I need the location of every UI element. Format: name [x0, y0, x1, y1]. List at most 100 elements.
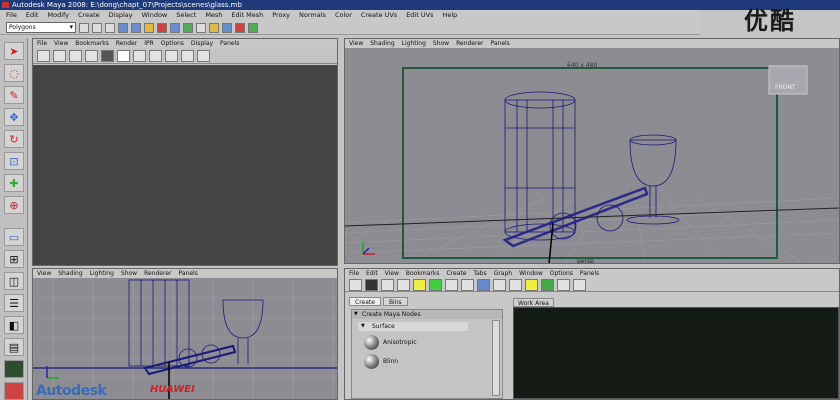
layout-side-icon[interactable]: ◫	[4, 272, 24, 290]
show-both-tabs-icon[interactable]	[397, 278, 410, 291]
frame-all-icon[interactable]	[525, 278, 538, 291]
graph-output-icon[interactable]	[461, 278, 474, 291]
hs-menu-panels[interactable]: Panels	[580, 269, 599, 278]
tab-bins[interactable]: Bins	[382, 297, 408, 306]
render-settings-icon[interactable]	[235, 22, 245, 33]
node-anisotropic[interactable]: Anisotropic	[352, 333, 502, 352]
swatch-light-icon[interactable]	[117, 49, 130, 62]
menu-modify[interactable]: Modify	[47, 10, 69, 21]
hypershade-graph-area[interactable]	[33, 65, 337, 265]
new-scene-icon[interactable]	[79, 22, 89, 33]
remove-image-icon[interactable]	[149, 49, 162, 62]
side-menu-view[interactable]: View	[37, 269, 51, 278]
menu-select[interactable]: Select	[176, 10, 196, 21]
snap-point-icon[interactable]	[183, 22, 193, 33]
layout-four-icon[interactable]: ⊞	[4, 250, 24, 268]
rotate-tool-icon[interactable]: ↻	[4, 130, 24, 148]
work-area[interactable]	[513, 307, 839, 399]
move-tool-icon[interactable]: ✥	[4, 108, 24, 126]
hs-menu-file[interactable]: File	[349, 269, 359, 278]
side-menu-renderer[interactable]: Renderer	[144, 269, 171, 278]
side-menu-shading[interactable]: Shading	[58, 269, 82, 278]
hs-upper-menu-options[interactable]: Options	[161, 39, 184, 48]
side-menu-show[interactable]: Show	[121, 269, 137, 278]
side-viewport[interactable]	[33, 278, 337, 399]
menu-proxy[interactable]: Proxy	[272, 10, 290, 21]
menu-normals[interactable]: Normals	[299, 10, 326, 21]
clear-graph-icon[interactable]	[53, 49, 66, 62]
persp-menu-view[interactable]: View	[349, 39, 363, 48]
select-component-icon[interactable]	[144, 22, 154, 33]
hs-menu-view[interactable]: View	[385, 269, 399, 278]
menu-help[interactable]: Help	[442, 10, 457, 21]
show-top-tabs-icon[interactable]	[365, 278, 378, 291]
layout-hypershade-icon[interactable]: ◧	[4, 316, 24, 334]
render-icon[interactable]	[209, 22, 219, 33]
menu-mesh[interactable]: Mesh	[205, 10, 222, 21]
previous-graph-icon[interactable]	[413, 278, 426, 291]
graph-icon[interactable]	[37, 49, 50, 62]
menu-window[interactable]: Window	[142, 10, 168, 21]
menu-set-selector[interactable]: Polygons	[6, 22, 76, 33]
hs-menu-window[interactable]: Window	[519, 269, 543, 278]
menu-color[interactable]: Color	[335, 10, 352, 21]
display-rgb-icon[interactable]	[181, 49, 194, 62]
layout-single-icon[interactable]: ▭	[4, 228, 24, 246]
layout-graph-icon[interactable]: ▤	[4, 338, 24, 356]
hs-menu-options[interactable]: Options	[550, 269, 573, 278]
menu-edit-mesh[interactable]: Edit Mesh	[231, 10, 263, 21]
hs-upper-menu-ipr[interactable]: IPR	[144, 39, 154, 48]
hs-upper-menu-bookmarks[interactable]: Bookmarks	[75, 39, 109, 48]
side-menu-lighting[interactable]: Lighting	[90, 269, 114, 278]
persp-viewport[interactable]: 640 x 480 FRONT persp	[345, 48, 839, 263]
next-graph-icon[interactable]	[429, 278, 442, 291]
select-object-icon[interactable]	[131, 22, 141, 33]
ipr-render-icon[interactable]	[222, 22, 232, 33]
layout-outliner-icon[interactable]: ☰	[4, 294, 24, 312]
input-line-icon[interactable]	[248, 22, 258, 33]
open-scene-icon[interactable]	[92, 22, 102, 33]
hs-menu-edit[interactable]: Edit	[366, 269, 378, 278]
last-tool-icon[interactable]: ⊕	[4, 196, 24, 214]
layout-render-icon[interactable]	[4, 360, 24, 378]
lasso-tool-icon[interactable]: ◌	[4, 64, 24, 82]
surface-section[interactable]: Surface	[358, 322, 468, 331]
menu-edit[interactable]: Edit	[26, 10, 39, 21]
graph-input-icon[interactable]	[445, 278, 458, 291]
node-blinn[interactable]: Blinn	[352, 352, 502, 371]
scale-tool-icon[interactable]: ⊡	[4, 152, 24, 170]
node-list-scrollbar[interactable]	[492, 320, 500, 396]
clear-work-area-icon[interactable]	[509, 278, 522, 291]
toggle-create-bar-icon[interactable]	[349, 278, 362, 291]
menu-create[interactable]: Create	[78, 10, 100, 21]
display-alpha-icon[interactable]	[165, 49, 178, 62]
create-nodes-header[interactable]: Create Maya Nodes	[352, 310, 502, 319]
menu-edit-uvs[interactable]: Edit UVs	[406, 10, 433, 21]
hs-menu-tabs[interactable]: Tabs	[473, 269, 486, 278]
keep-image-icon[interactable]	[133, 49, 146, 62]
history-icon[interactable]	[196, 22, 206, 33]
show-bottom-tabs-icon[interactable]	[381, 278, 394, 291]
hs-upper-menu-display[interactable]: Display	[191, 39, 213, 48]
graph-both-icon[interactable]	[477, 278, 490, 291]
snap-curve-icon[interactable]	[170, 22, 180, 33]
hs-menu-graph[interactable]: Graph	[494, 269, 512, 278]
hs-upper-menu-panels[interactable]: Panels	[220, 39, 239, 48]
rearrange-graph-icon[interactable]	[493, 278, 506, 291]
tab-create[interactable]: Create	[349, 297, 381, 306]
persp-menu-show[interactable]: Show	[433, 39, 449, 48]
show-shapes-icon[interactable]	[573, 278, 586, 291]
menu-create-uvs[interactable]: Create UVs	[361, 10, 397, 21]
hs-upper-menu-view[interactable]: View	[54, 39, 68, 48]
hs-upper-menu-file[interactable]: File	[37, 39, 47, 48]
side-menu-panels[interactable]: Panels	[178, 269, 197, 278]
save-scene-icon[interactable]	[105, 22, 115, 33]
select-hierarchy-icon[interactable]	[118, 22, 128, 33]
work-area-tab[interactable]: Work Area	[513, 298, 554, 307]
snap-grid-icon[interactable]	[157, 22, 167, 33]
persp-menu-shading[interactable]: Shading	[370, 39, 394, 48]
show-attributes-icon[interactable]	[557, 278, 570, 291]
ipr-icon[interactable]	[85, 49, 98, 62]
swatch-dark-icon[interactable]	[101, 49, 114, 62]
snapshot-icon[interactable]	[197, 49, 210, 62]
